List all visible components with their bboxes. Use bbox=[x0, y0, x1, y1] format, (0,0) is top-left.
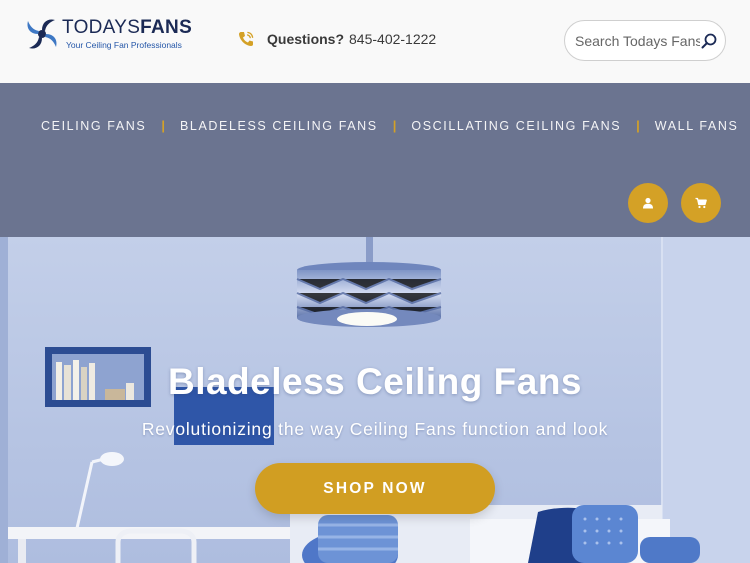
logo-mark-icon bbox=[27, 19, 57, 49]
nav-link-bladeless-ceiling-fans[interactable]: BLADELESS CEILING FANS bbox=[180, 119, 378, 133]
main-nav: CEILING FANS | BLADELESS CEILING FANS | … bbox=[0, 83, 750, 237]
hero-banner: Bladeless Ceiling Fans Revolutionizing t… bbox=[0, 237, 750, 563]
site-logo[interactable]: TODAYSFANS Your Ceiling Fan Professional… bbox=[24, 16, 194, 54]
site-header: TODAYSFANS Your Ceiling Fan Professional… bbox=[0, 0, 750, 83]
shop-now-button[interactable]: SHOP NOW bbox=[255, 463, 495, 514]
phone-icon bbox=[239, 31, 254, 46]
search-input[interactable] bbox=[575, 31, 700, 51]
logo-name-light: TODAYS bbox=[62, 17, 141, 38]
logo-wordmark: TODAYSFANS bbox=[62, 17, 192, 39]
user-icon bbox=[643, 197, 653, 209]
nav-separator: | bbox=[636, 118, 640, 133]
questions-label: Questions? bbox=[267, 31, 345, 47]
logo-tagline: Your Ceiling Fan Professionals bbox=[66, 40, 182, 50]
nav-separator: | bbox=[392, 118, 397, 133]
nav-links: CEILING FANS | BLADELESS CEILING FANS | … bbox=[41, 118, 738, 133]
nav-separator: | bbox=[161, 118, 165, 133]
search-box bbox=[564, 20, 726, 61]
phone-number-link[interactable]: 845-402-1222 bbox=[349, 31, 436, 47]
nav-link-oscillating-ceiling-fans[interactable]: OSCILLATING CEILING FANS bbox=[411, 119, 621, 133]
contact-info: Questions? 845-402-1222 bbox=[237, 28, 436, 50]
hero-title: Bladeless Ceiling Fans bbox=[167, 361, 583, 402]
account-button[interactable] bbox=[628, 183, 668, 223]
logo-name-bold: FANS bbox=[140, 17, 193, 38]
nav-link-ceiling-fans[interactable]: CEILING FANS bbox=[41, 119, 146, 133]
hero-subtitle: Revolutionizing the way Ceiling Fans fun… bbox=[141, 419, 609, 439]
nav-link-wall-fans[interactable]: WALL FANS bbox=[655, 119, 739, 133]
search-icon[interactable] bbox=[700, 32, 718, 50]
cart-icon bbox=[695, 197, 707, 209]
cart-button[interactable] bbox=[681, 183, 721, 223]
